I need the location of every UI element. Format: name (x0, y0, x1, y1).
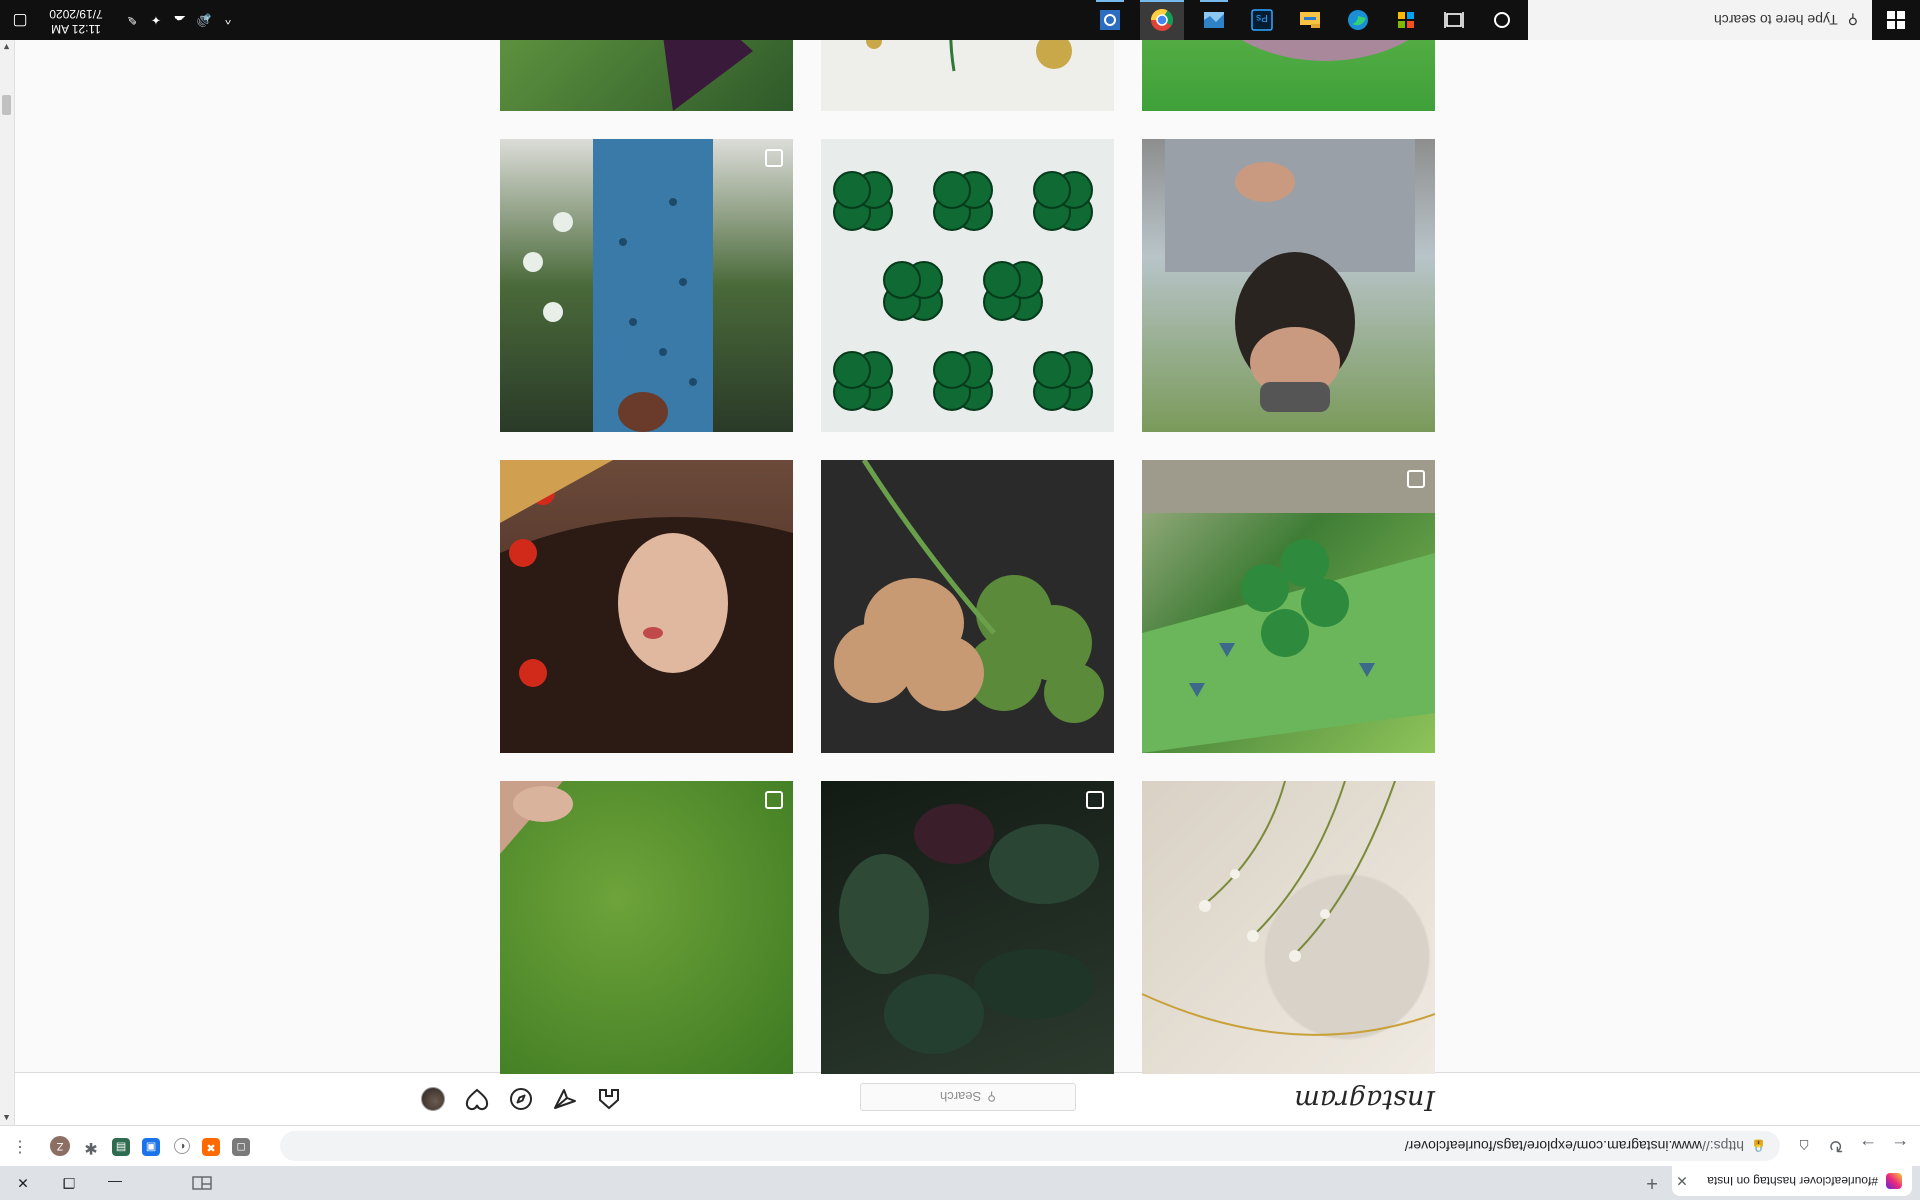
tab-search-icon[interactable] (190, 1172, 214, 1194)
extension-icon-2[interactable]: ✖ (202, 1138, 220, 1156)
browser-toolbar: ← → ↻ ⌂ 🔒 https:// www.instagram.com/exp… (0, 1125, 1920, 1166)
action-center-icon[interactable]: ▢ (0, 0, 40, 40)
post-image (523, 139, 713, 432)
search-icon: ⚲ (987, 1090, 996, 1104)
microsoft-store-icon[interactable] (1392, 6, 1420, 34)
instagram-search-input[interactable]: ⚲ Search (860, 1083, 1076, 1111)
photos-app-icon[interactable] (1200, 0, 1228, 34)
post-image (1165, 139, 1415, 412)
restore-button[interactable]: ❐ (46, 1166, 92, 1200)
multiple-photos-icon (1407, 470, 1425, 488)
multiple-photos-icon (765, 791, 783, 809)
photoshop-icon[interactable]: Ps (1248, 6, 1276, 34)
post-thumbnail[interactable] (821, 460, 1114, 753)
hashtag-posts-grid (499, 18, 1435, 1074)
volume-icon[interactable]: 🔊 (192, 0, 216, 40)
multiple-photos-icon (1086, 791, 1104, 809)
edge-browser-icon[interactable] (1344, 6, 1372, 34)
new-tab-button[interactable]: + (1640, 1170, 1664, 1194)
task-view-icon[interactable] (1440, 6, 1468, 34)
system-clock[interactable]: 11:21 AM 7/19/2020 (40, 4, 112, 36)
post-thumbnail[interactable] (1142, 139, 1435, 432)
post-thumbnail[interactable] (821, 139, 1114, 432)
screen: #fourleafclover hashtag on Insta ✕ + — ❐… (0, 0, 1920, 1200)
extension-icon-4[interactable]: ▣ (142, 1138, 160, 1156)
post-thumbnail[interactable] (500, 781, 793, 1074)
multiple-photos-icon (765, 149, 783, 167)
taskbar-search-placeholder: Type here to search (1713, 12, 1838, 28)
post-thumbnail[interactable] (1142, 460, 1435, 753)
browser-tab[interactable]: #fourleafclover hashtag on Insta ✕ (1672, 1166, 1912, 1196)
back-icon[interactable]: ← (1888, 1134, 1912, 1158)
activity-heart-icon[interactable] (465, 1087, 489, 1111)
show-hidden-icons-chevron-icon[interactable]: ^ (216, 0, 240, 40)
instagram-header: Instagram ⚲ Search (0, 1072, 1920, 1125)
post-thumbnail[interactable] (500, 460, 793, 753)
instagram-favicon-icon (1886, 1173, 1902, 1189)
post-image (500, 781, 573, 854)
post-image (500, 460, 793, 753)
profile-avatar-icon[interactable] (421, 1087, 445, 1111)
windows-logo-icon (1887, 11, 1905, 29)
page-scrollbar[interactable]: ▲ ▼ (0, 40, 15, 1125)
tab-title: #fourleafclover hashtag on Insta (1707, 1174, 1878, 1188)
instagram-logo[interactable]: Instagram (1294, 1084, 1435, 1115)
home-icon[interactable] (597, 1087, 621, 1111)
explore-compass-icon[interactable] (509, 1087, 533, 1111)
running-indicator (1096, 0, 1124, 2)
forward-icon[interactable]: → (1856, 1134, 1880, 1158)
chrome-icon[interactable] (1140, 0, 1184, 40)
home-icon[interactable]: ⌂ (1792, 1134, 1816, 1158)
reload-icon[interactable]: ↻ (1824, 1134, 1848, 1158)
windows-taskbar: ⚲ Type here to search Ps ^ 🔊 ☁ ✦ ✎ 11:21… (0, 0, 1920, 40)
file-explorer-icon[interactable] (1296, 6, 1324, 34)
dropbox-icon[interactable]: ✦ (144, 0, 168, 40)
minimize-button[interactable]: — (92, 1166, 138, 1200)
extension-icon-3[interactable]: ◐ (174, 1138, 190, 1154)
search-placeholder: Search (940, 1089, 982, 1105)
post-image (839, 804, 1099, 1054)
direct-messages-icon[interactable] (553, 1087, 577, 1111)
address-scheme: https:// (1701, 1138, 1744, 1154)
post-thumbnail[interactable] (1142, 781, 1435, 1074)
pen-workspace-icon[interactable]: ✎ (120, 0, 144, 40)
onedrive-cloud-icon[interactable]: ☁ (168, 0, 192, 40)
search-icon: ⚲ (1847, 12, 1858, 29)
extension-icon-5[interactable]: ▤ (112, 1138, 130, 1156)
post-image (1142, 781, 1435, 1036)
address-url: www.instagram.com/explore/tags/fourleafc… (1404, 1138, 1702, 1154)
browser-menu-icon[interactable]: ⋮ (8, 1134, 32, 1158)
clock-date: 7/19/2020 (49, 7, 103, 21)
running-indicator (1200, 0, 1228, 2)
clock-time: 11:21 AM (51, 22, 101, 36)
taskbar-search-box[interactable]: ⚲ Type here to search (1528, 0, 1872, 40)
scroll-up-icon[interactable]: ▲ (0, 1111, 14, 1125)
close-window-button[interactable]: ✕ (0, 1166, 46, 1200)
post-image (833, 171, 1093, 411)
post-thumbnail[interactable] (500, 139, 793, 432)
settings-app-icon[interactable] (1096, 0, 1124, 34)
lock-icon: 🔒 (1751, 1139, 1766, 1153)
address-bar[interactable]: 🔒 https:// www.instagram.com/explore/tag… (280, 1131, 1780, 1161)
post-image (834, 460, 1104, 723)
post-thumbnail[interactable] (821, 781, 1114, 1074)
svg-text:Ps: Ps (1256, 12, 1268, 23)
close-tab-icon[interactable]: ✕ (1672, 1173, 1692, 1190)
cortana-icon[interactable] (1488, 6, 1516, 34)
scroll-thumb[interactable] (2, 95, 11, 115)
profile-avatar[interactable]: Z (50, 1136, 70, 1156)
extension-icon-1[interactable]: ◻ (232, 1138, 250, 1156)
post-image (1142, 460, 1435, 753)
extensions-puzzle-icon[interactable]: ✱ (82, 1138, 100, 1156)
start-button[interactable] (1872, 0, 1920, 40)
running-indicator (1140, 0, 1184, 2)
browser-tab-strip: #fourleafclover hashtag on Insta ✕ + — ❐… (0, 1166, 1920, 1200)
scroll-down-icon[interactable]: ▼ (0, 40, 14, 54)
